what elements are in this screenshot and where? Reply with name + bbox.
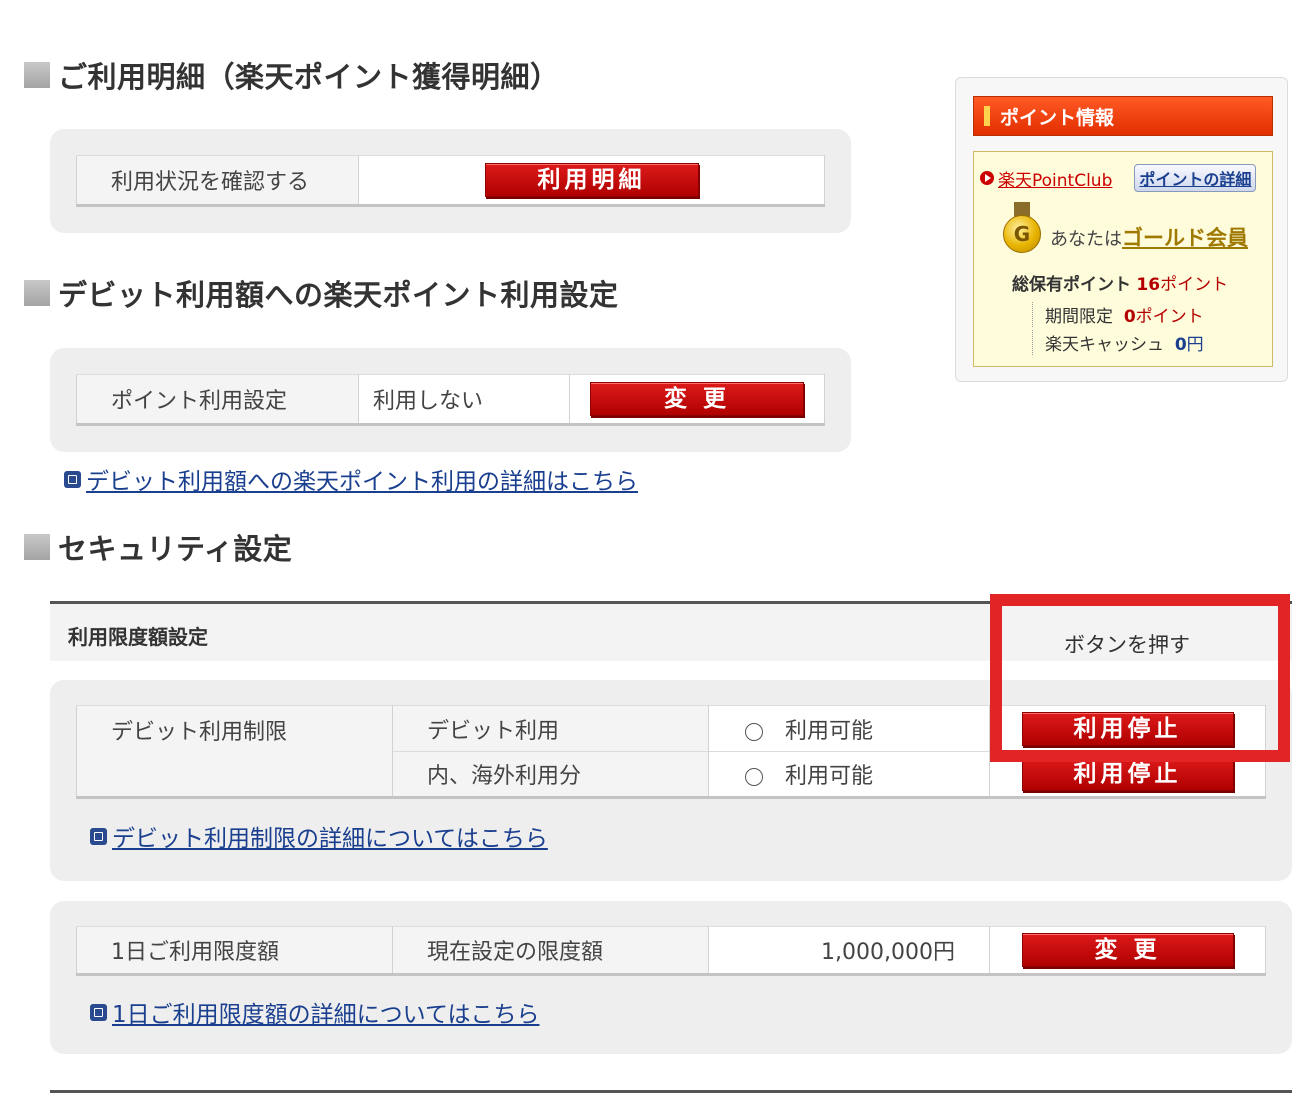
point-info-box: ポイント情報 楽天PointClub ポイントの詳細 G あなたはゴールド会員 … (955, 77, 1288, 382)
total-points-label: 総保有ポイント (1012, 275, 1131, 295)
section-title-security-text: セキュリティ設定 (58, 532, 293, 566)
daily-limit-detail-link-text: 1日ご利用限度額の詳細についてはこちら (112, 1002, 540, 1028)
debit-use-label: デビット利用 (392, 705, 709, 752)
debit-use-status: 利用可能 (708, 705, 990, 752)
header-bar-icon (984, 106, 990, 126)
rakuten-cash-unit: 円 (1186, 335, 1204, 355)
section-title-point-use: デビット利用額への楽天ポイント利用設定 (24, 272, 619, 314)
annotation-highlight-box (990, 594, 1290, 762)
medal-coin: G (1003, 215, 1041, 253)
point-use-change-button[interactable]: 変 更 (590, 382, 804, 416)
member-prefix: あなたは (1050, 229, 1122, 250)
gold-medal-icon: G (1002, 202, 1042, 258)
debit-use-status-text: 利用可能 (785, 718, 874, 744)
limited-points-label: 期間限定 (1045, 307, 1113, 327)
point-use-value: 利用しない (358, 374, 570, 425)
limited-points-value: 0 (1123, 307, 1136, 327)
section-square-icon (24, 534, 50, 560)
section-square-icon (24, 62, 50, 88)
daily-limit-label: 1日ご利用限度額 (76, 926, 393, 975)
debit-limit-detail-link[interactable]: デビット利用制限の詳細についてはこちら (90, 819, 548, 853)
section-square-icon (24, 280, 50, 306)
external-link-icon (90, 827, 107, 845)
point-club-link[interactable]: 楽天PointClub (998, 166, 1112, 191)
play-arrow-icon (980, 171, 994, 185)
point-club-row: 楽天PointClub ポイントの詳細 (980, 164, 1257, 192)
point-use-detail-link-text: デビット利用額への楽天ポイント利用の詳細はこちら (86, 469, 638, 495)
limited-points-line: 期間限定 0ポイント (1032, 302, 1204, 327)
member-rank-link[interactable]: ゴールド会員 (1122, 226, 1248, 250)
point-info-header: ポイント情報 (973, 96, 1273, 136)
daily-limit-sublabel: 現在設定の限度額 (392, 926, 709, 975)
overseas-use-status-text: 利用可能 (785, 764, 874, 789)
total-points-unit: ポイント (1160, 275, 1229, 295)
limited-points-unit: ポイント (1135, 307, 1204, 327)
debit-limit-label: デビット利用制限 (76, 705, 393, 798)
total-points-value: 16 (1136, 275, 1161, 295)
bottom-divider (50, 1090, 1292, 1093)
point-use-label: ポイント利用設定 (76, 374, 359, 425)
radio-indicator[interactable] (745, 768, 763, 786)
point-use-button-cell: 変 更 (569, 374, 825, 425)
daily-limit-value: 1,000,000円 (708, 926, 990, 975)
point-info-title: ポイント情報 (1000, 106, 1115, 129)
point-use-detail-link[interactable]: デビット利用額への楽天ポイント利用の詳細はこちら (64, 462, 638, 496)
radio-indicator[interactable] (745, 722, 763, 741)
daily-limit-detail-link[interactable]: 1日ご利用限度額の詳細についてはこちら (90, 995, 539, 1029)
total-points-line: 総保有ポイント 16ポイント (1012, 270, 1228, 295)
overseas-use-label: 内、海外利用分 (392, 751, 709, 798)
external-link-icon (90, 1003, 107, 1021)
overseas-use-stop-button[interactable]: 利用停止 (1021, 757, 1234, 791)
usage-label: 利用状況を確認する (76, 155, 359, 206)
daily-limit-panel (50, 901, 1292, 1054)
overseas-use-status: 利用可能 (708, 751, 990, 798)
usage-details-button[interactable]: 利用明細 (484, 163, 699, 197)
rakuten-cash-line: 楽天キャッシュ 0円 (1032, 330, 1204, 355)
daily-limit-change-button[interactable]: 変 更 (1021, 933, 1234, 967)
member-rank-line: あなたはゴールド会員 (1050, 222, 1248, 252)
debit-limit-detail-link-text: デビット利用制限の詳細についてはこちら (112, 826, 548, 852)
point-info-body: 楽天PointClub ポイントの詳細 G あなたはゴールド会員 総保有ポイント… (973, 151, 1273, 367)
rakuten-cash-value: 0 (1174, 335, 1187, 355)
section-title-point-use-text: デビット利用額への楽天ポイント利用設定 (58, 278, 619, 312)
section-title-usage: ご利用明細（楽天ポイント獲得明細） (24, 54, 560, 96)
section-title-usage-text: ご利用明細（楽天ポイント獲得明細） (58, 60, 560, 94)
daily-limit-table: 1日ご利用限度額 現在設定の限度額 1,000,000円 変 更 (76, 926, 1266, 976)
point-detail-button[interactable]: ポイントの詳細 (1134, 164, 1257, 192)
usage-table: 利用状況を確認する 利用明細 (76, 155, 825, 207)
usage-button-cell: 利用明細 (358, 155, 825, 206)
section-title-security: セキュリティ設定 (24, 526, 292, 568)
limit-setting-header-title: 利用限度額設定 (68, 625, 208, 649)
daily-limit-button-cell: 変 更 (989, 926, 1266, 975)
rakuten-cash-label: 楽天キャッシュ (1045, 335, 1164, 355)
external-link-icon (64, 470, 81, 488)
point-use-table: ポイント利用設定 利用しない 変 更 (76, 374, 825, 426)
